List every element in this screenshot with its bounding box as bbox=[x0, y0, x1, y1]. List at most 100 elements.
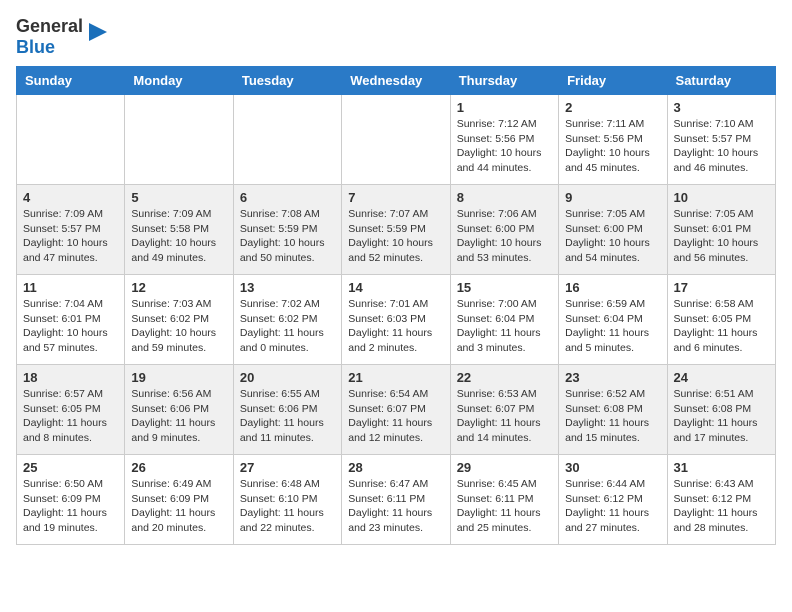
calendar-cell bbox=[342, 95, 450, 185]
cell-info: Sunrise: 6:58 AM Sunset: 6:05 PM Dayligh… bbox=[674, 297, 769, 356]
day-number: 8 bbox=[457, 190, 552, 205]
calendar-cell: 5Sunrise: 7:09 AM Sunset: 5:58 PM Daylig… bbox=[125, 185, 233, 275]
cell-info: Sunrise: 6:50 AM Sunset: 6:09 PM Dayligh… bbox=[23, 477, 118, 536]
calendar-cell: 29 Sunrise: 6:45 AM Sunset: 6:11 PM Dayli… bbox=[450, 455, 558, 545]
cell-info: Sunrise: 6:57 AM Sunset: 6:05 PM Dayligh… bbox=[23, 387, 118, 446]
day-number: 2 bbox=[565, 100, 660, 115]
calendar-cell: 11 Sunrise: 7:04 AM Sunset: 6:01 PM Dayli… bbox=[17, 275, 125, 365]
weekday-header-row: SundayMondayTuesdayWednesdayThursdayFrid… bbox=[17, 67, 776, 95]
weekday-header-wednesday: Wednesday bbox=[342, 67, 450, 95]
cell-info: Sunrise: 7:06 AM Sunset: 6:00 PM Dayligh… bbox=[457, 207, 552, 266]
cell-info: Sunrise: 6:51 AM Sunset: 6:08 PM Dayligh… bbox=[674, 387, 769, 446]
calendar-week-row: 4 Sunrise: 7:09 AM Sunset: 5:57 PM Daylig… bbox=[17, 185, 776, 275]
day-number: 3 bbox=[674, 100, 769, 115]
calendar-cell: 10 Sunrise: 7:05 AM Sunset: 6:01 PM Dayli… bbox=[667, 185, 775, 275]
day-number: 18 bbox=[23, 370, 118, 385]
calendar-cell: 25 Sunrise: 6:50 AM Sunset: 6:09 PM Dayli… bbox=[17, 455, 125, 545]
calendar-cell: 9 Sunrise: 7:05 AM Sunset: 6:00 PM Daylig… bbox=[559, 185, 667, 275]
calendar-cell: 17 Sunrise: 6:58 AM Sunset: 6:05 PM Dayli… bbox=[667, 275, 775, 365]
cell-info: Sunrise: 7:08 AM Sunset: 5:59 PM Dayligh… bbox=[240, 207, 335, 266]
weekday-header-thursday: Thursday bbox=[450, 67, 558, 95]
cell-info: Sunrise: 6:53 AM Sunset: 6:07 PM Dayligh… bbox=[457, 387, 552, 446]
day-number: 9 bbox=[565, 190, 660, 205]
weekday-header-saturday: Saturday bbox=[667, 67, 775, 95]
calendar-cell: 12 Sunrise: 7:03 AM Sunset: 6:02 PM Dayli… bbox=[125, 275, 233, 365]
cell-info: Sunrise: 7:05 AM Sunset: 6:01 PM Dayligh… bbox=[674, 207, 769, 266]
cell-info: Sunrise: 6:55 AM Sunset: 6:06 PM Dayligh… bbox=[240, 387, 335, 446]
cell-info: Sunrise: 7:05 AM Sunset: 6:00 PM Dayligh… bbox=[565, 207, 660, 266]
cell-info: Sunrise: 7:07 AM Sunset: 5:59 PM Dayligh… bbox=[348, 207, 443, 266]
calendar-cell: 26Sunrise: 6:49 AM Sunset: 6:09 PM Dayli… bbox=[125, 455, 233, 545]
day-number: 17 bbox=[674, 280, 769, 295]
cell-info: Sunrise: 7:02 AM Sunset: 6:02 PM Dayligh… bbox=[240, 297, 335, 356]
day-number: 1 bbox=[457, 100, 552, 115]
day-number: 25 bbox=[23, 460, 118, 475]
weekday-header-friday: Friday bbox=[559, 67, 667, 95]
day-number: 12 bbox=[131, 280, 226, 295]
calendar-cell: 21 Sunrise: 6:54 AM Sunset: 6:07 PM Dayli… bbox=[342, 365, 450, 455]
day-number: 14 bbox=[348, 280, 443, 295]
day-number: 29 bbox=[457, 460, 552, 475]
calendar-cell: 20Sunrise: 6:55 AM Sunset: 6:06 PM Dayli… bbox=[233, 365, 341, 455]
cell-info: Sunrise: 6:54 AM Sunset: 6:07 PM Dayligh… bbox=[348, 387, 443, 446]
cell-info: Sunrise: 6:44 AM Sunset: 6:12 PM Dayligh… bbox=[565, 477, 660, 536]
cell-info: Sunrise: 7:04 AM Sunset: 6:01 PM Dayligh… bbox=[23, 297, 118, 356]
calendar-cell bbox=[233, 95, 341, 185]
weekday-header-monday: Monday bbox=[125, 67, 233, 95]
cell-info: Sunrise: 7:11 AM Sunset: 5:56 PM Dayligh… bbox=[565, 117, 660, 176]
day-number: 13 bbox=[240, 280, 335, 295]
cell-info: Sunrise: 7:10 AM Sunset: 5:57 PM Dayligh… bbox=[674, 117, 769, 176]
calendar-cell bbox=[17, 95, 125, 185]
cell-info: Sunrise: 6:48 AM Sunset: 6:10 PM Dayligh… bbox=[240, 477, 335, 536]
logo-blue-text: Blue bbox=[16, 37, 55, 57]
day-number: 15 bbox=[457, 280, 552, 295]
cell-info: Sunrise: 7:09 AM Sunset: 5:57 PM Dayligh… bbox=[23, 207, 118, 266]
calendar-cell: 4 Sunrise: 7:09 AM Sunset: 5:57 PM Daylig… bbox=[17, 185, 125, 275]
cell-info: Sunrise: 7:12 AM Sunset: 5:56 PM Dayligh… bbox=[457, 117, 552, 176]
cell-info: Sunrise: 7:03 AM Sunset: 6:02 PM Dayligh… bbox=[131, 297, 226, 356]
calendar-cell: 7Sunrise: 7:07 AM Sunset: 5:59 PM Daylig… bbox=[342, 185, 450, 275]
cell-info: Sunrise: 7:01 AM Sunset: 6:03 PM Dayligh… bbox=[348, 297, 443, 356]
cell-info: Sunrise: 6:45 AM Sunset: 6:11 PM Dayligh… bbox=[457, 477, 552, 536]
calendar-cell bbox=[125, 95, 233, 185]
day-number: 26 bbox=[131, 460, 226, 475]
calendar-cell: 3 Sunrise: 7:10 AM Sunset: 5:57 PM Daylig… bbox=[667, 95, 775, 185]
calendar-cell: 14 Sunrise: 7:01 AM Sunset: 6:03 PM Dayli… bbox=[342, 275, 450, 365]
calendar-cell: 8 Sunrise: 7:06 AM Sunset: 6:00 PM Daylig… bbox=[450, 185, 558, 275]
cell-info: Sunrise: 6:56 AM Sunset: 6:06 PM Dayligh… bbox=[131, 387, 226, 446]
calendar-week-row: 25 Sunrise: 6:50 AM Sunset: 6:09 PM Dayli… bbox=[17, 455, 776, 545]
logo-triangle-icon bbox=[87, 21, 109, 43]
calendar-table: SundayMondayTuesdayWednesdayThursdayFrid… bbox=[16, 66, 776, 545]
day-number: 6 bbox=[240, 190, 335, 205]
cell-info: Sunrise: 6:43 AM Sunset: 6:12 PM Dayligh… bbox=[674, 477, 769, 536]
logo-general-text: General bbox=[16, 16, 83, 36]
calendar-cell: 28Sunrise: 6:47 AM Sunset: 6:11 PM Dayli… bbox=[342, 455, 450, 545]
calendar-cell: 31 Sunrise: 6:43 AM Sunset: 6:12 PM Dayli… bbox=[667, 455, 775, 545]
calendar-cell: 15 Sunrise: 7:00 AM Sunset: 6:04 PM Dayli… bbox=[450, 275, 558, 365]
calendar-week-row: 1 Sunrise: 7:12 AM Sunset: 5:56 PM Daylig… bbox=[17, 95, 776, 185]
calendar-cell: 19 Sunrise: 6:56 AM Sunset: 6:06 PM Dayli… bbox=[125, 365, 233, 455]
calendar-cell: 22Sunrise: 6:53 AM Sunset: 6:07 PM Dayli… bbox=[450, 365, 558, 455]
calendar-cell: 16 Sunrise: 6:59 AM Sunset: 6:04 PM Dayli… bbox=[559, 275, 667, 365]
header: General Blue bbox=[16, 16, 776, 58]
calendar-cell: 18 Sunrise: 6:57 AM Sunset: 6:05 PM Dayli… bbox=[17, 365, 125, 455]
calendar-week-row: 18 Sunrise: 6:57 AM Sunset: 6:05 PM Dayli… bbox=[17, 365, 776, 455]
day-number: 30 bbox=[565, 460, 660, 475]
calendar-cell: 24Sunrise: 6:51 AM Sunset: 6:08 PM Dayli… bbox=[667, 365, 775, 455]
calendar-cell: 2 Sunrise: 7:11 AM Sunset: 5:56 PM Daylig… bbox=[559, 95, 667, 185]
day-number: 21 bbox=[348, 370, 443, 385]
cell-info: Sunrise: 6:47 AM Sunset: 6:11 PM Dayligh… bbox=[348, 477, 443, 536]
logo: General Blue bbox=[16, 16, 109, 58]
cell-info: Sunrise: 6:59 AM Sunset: 6:04 PM Dayligh… bbox=[565, 297, 660, 356]
calendar-cell: 13 Sunrise: 7:02 AM Sunset: 6:02 PM Dayli… bbox=[233, 275, 341, 365]
day-number: 11 bbox=[23, 280, 118, 295]
day-number: 31 bbox=[674, 460, 769, 475]
day-number: 19 bbox=[131, 370, 226, 385]
day-number: 10 bbox=[674, 190, 769, 205]
day-number: 4 bbox=[23, 190, 118, 205]
calendar-cell: 6 Sunrise: 7:08 AM Sunset: 5:59 PM Daylig… bbox=[233, 185, 341, 275]
cell-info: Sunrise: 7:00 AM Sunset: 6:04 PM Dayligh… bbox=[457, 297, 552, 356]
day-number: 16 bbox=[565, 280, 660, 295]
calendar-week-row: 11 Sunrise: 7:04 AM Sunset: 6:01 PM Dayli… bbox=[17, 275, 776, 365]
calendar-cell: 1 Sunrise: 7:12 AM Sunset: 5:56 PM Daylig… bbox=[450, 95, 558, 185]
